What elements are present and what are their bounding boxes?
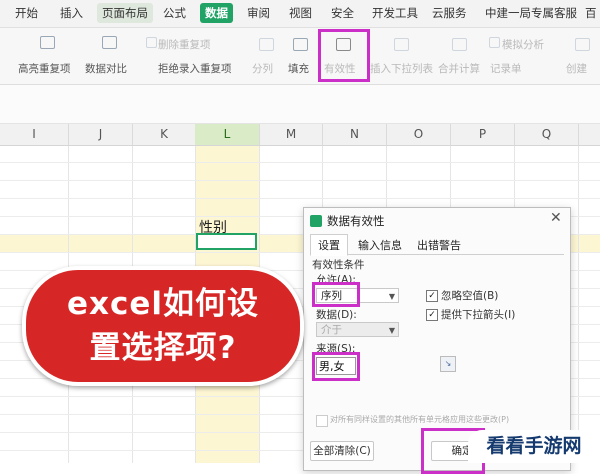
remove-duplicates-icon [146, 37, 157, 48]
text-to-columns-button[interactable]: 分列 [252, 61, 273, 76]
chevron-down-icon: ▼ [388, 292, 395, 301]
validation-criteria-label: 有效性条件 [312, 259, 365, 271]
ignore-blank-checkbox[interactable]: ✓ [426, 290, 438, 302]
banner-line-2: 置选择项? [89, 330, 237, 366]
tab-error-alert[interactable]: 出错警告 [417, 237, 461, 253]
tab-review[interactable]: 审阅 [242, 3, 275, 23]
dropdown-arrow-label: 提供下拉箭头(I) [441, 309, 516, 321]
data-compare-button[interactable]: 数据对比 [85, 61, 127, 76]
active-cell[interactable] [196, 233, 257, 250]
banner-line-1: excel如何设 [66, 286, 260, 322]
tab-home[interactable]: 开始 [10, 3, 43, 23]
insert-dropdown-button[interactable]: 插入下拉列表 [370, 61, 433, 76]
tab-security[interactable]: 安全 [326, 3, 359, 23]
consolidate-icon [452, 38, 467, 51]
site-watermark: 看看手游网 [468, 430, 600, 463]
remove-duplicates-button[interactable]: 删除重复项 [158, 37, 211, 52]
ignore-blank-label: 忽略空值(B) [441, 290, 499, 302]
what-if-analysis-button[interactable]: 模拟分析 [502, 37, 544, 52]
apply-all-checkbox[interactable] [316, 415, 328, 427]
grid-line [578, 146, 579, 463]
data-select-value: 介于 [321, 324, 342, 336]
consolidate-button[interactable]: 合并计算 [438, 61, 480, 76]
reject-duplicates-button[interactable]: 拒绝录入重复项 [158, 61, 232, 76]
data-label: 数据(D): [316, 309, 357, 321]
highlight-duplicates-button[interactable]: 高亮重复项 [18, 61, 71, 76]
title-banner: excel如何设 置选择项? [22, 266, 304, 386]
data-compare-icon [102, 36, 117, 49]
tab-customer-service[interactable]: 中建一局专属客服 [480, 3, 582, 23]
tab-insert[interactable]: 插入 [55, 3, 88, 23]
tab-input-message[interactable]: 输入信息 [358, 237, 402, 253]
allow-highlight-box [312, 282, 360, 307]
dropdown-arrow-checkbox[interactable]: ✓ [426, 309, 438, 321]
close-icon[interactable]: ✕ [550, 210, 562, 226]
column-header-row: I J K L M N O P Q [0, 124, 600, 146]
form-button[interactable]: 记录单 [490, 61, 522, 76]
tab-data[interactable]: 数据 [200, 3, 233, 23]
column-header-j[interactable]: J [69, 124, 133, 145]
highlight-duplicates-icon [40, 36, 55, 49]
tab-cloud-service[interactable]: 云服务 [427, 3, 472, 23]
clear-all-button[interactable]: 全部清除(C) [310, 441, 374, 461]
what-if-icon [489, 37, 500, 48]
grid-line [0, 162, 600, 163]
range-select-icon[interactable]: ↘ [440, 356, 456, 372]
insert-dropdown-icon [394, 38, 409, 51]
ribbon-toolbar: 删除重复项 模拟分析 高亮重复项 数据对比 拒绝录入重复项 分列 填充 有效性 … [0, 28, 600, 85]
create-icon [575, 38, 590, 51]
tab-formulas[interactable]: 公式 [158, 3, 191, 23]
tab-more[interactable]: 百 [580, 3, 600, 23]
apply-all-label: 对所有同样设置的其他所有单元格应用这些更改(P) [330, 415, 510, 424]
column-header-p[interactable]: P [451, 124, 515, 145]
dialog-title: 数据有效性 [327, 214, 385, 228]
column-header-q[interactable]: Q [515, 124, 579, 145]
create-button[interactable]: 创建 [566, 61, 587, 76]
column-header-m[interactable]: M [260, 124, 323, 145]
formula-bar-area [0, 85, 600, 124]
tab-settings[interactable]: 设置 [310, 234, 348, 256]
menu-bar: 开始 插入 页面布局 公式 数据 审阅 视图 安全 开发工具 云服务 中建一局专… [0, 0, 600, 28]
grid-line [0, 180, 600, 181]
tab-developer[interactable]: 开发工具 [367, 3, 423, 23]
fill-icon [293, 38, 308, 51]
tab-page-layout[interactable]: 页面布局 [97, 3, 153, 23]
column-header-o[interactable]: O [387, 124, 451, 145]
dialog-app-icon [310, 215, 322, 227]
validation-highlight-box [318, 29, 370, 82]
column-header-i[interactable]: I [0, 124, 69, 145]
text-to-columns-icon [259, 38, 274, 51]
tab-view[interactable]: 视图 [284, 3, 317, 23]
column-header-k[interactable]: K [133, 124, 196, 145]
fill-button[interactable]: 填充 [288, 61, 309, 76]
dialog-tab-strip: 设置 输入信息 出错警告 [310, 234, 564, 256]
column-header-l[interactable]: L [195, 124, 260, 145]
chevron-down-icon: ▼ [388, 326, 395, 335]
source-highlight-box [312, 352, 360, 381]
grid-line [0, 198, 600, 199]
data-select[interactable]: 介于 ▼ [316, 322, 399, 337]
column-header-n[interactable]: N [323, 124, 387, 145]
